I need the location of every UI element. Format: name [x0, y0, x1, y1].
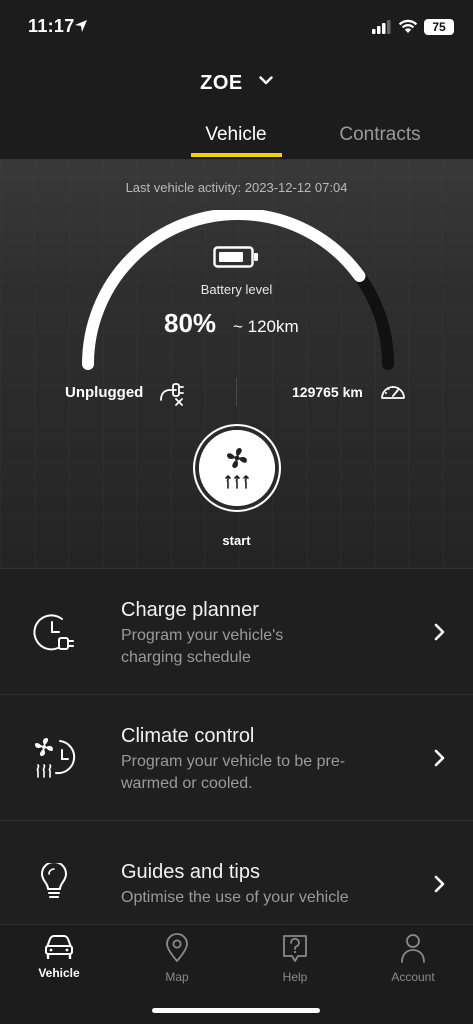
- card-subtitle-line2: charging schedule: [121, 649, 251, 666]
- climate-control-card[interactable]: Climate control Program your vehicle to …: [0, 694, 473, 820]
- range-estimate: ~ 120km: [233, 317, 299, 336]
- vehicle-selector[interactable]: ZOE: [0, 72, 473, 95]
- tabbar-label: Vehicle: [38, 966, 80, 980]
- card-title: Climate control: [121, 725, 255, 747]
- guides-tips-card[interactable]: Guides and tips Optimise the use of your…: [0, 820, 473, 924]
- account-icon: [401, 934, 425, 963]
- card-subtitle-line1: Optimise the use of your vehicle: [121, 889, 349, 906]
- clock-plug-icon: [33, 614, 74, 651]
- car-icon: [45, 935, 73, 959]
- chevron-right-icon: [434, 875, 445, 893]
- chevron-right-icon: [434, 623, 445, 641]
- climate-start-button[interactable]: [193, 424, 281, 512]
- map-pin-icon: [166, 933, 188, 962]
- chevron-down-icon: [259, 76, 273, 85]
- card-subtitle-line1: Program your vehicle to be pre-: [121, 753, 346, 770]
- tabbar-item-help[interactable]: Help: [236, 933, 354, 984]
- plug-status: Unplugged: [65, 384, 144, 401]
- tab-contracts[interactable]: Contracts: [325, 124, 435, 146]
- wifi-icon: [398, 19, 418, 33]
- status-time: 11:17: [28, 16, 75, 36]
- header: ZOE Vehicle Contracts: [0, 56, 473, 160]
- tabbar-label: Account: [391, 970, 435, 984]
- battery-percent: 80%: [164, 308, 217, 338]
- last-activity: Last vehicle activity: 2023-12-12 07:04: [125, 180, 348, 195]
- stats-divider: [236, 378, 237, 406]
- status-battery-percent: 75: [432, 20, 446, 34]
- tabbar-item-vehicle[interactable]: Vehicle: [0, 933, 118, 980]
- vehicle-status-panel: Last vehicle activity: 2023-12-12 07:04 …: [0, 160, 473, 568]
- signal-bars-icon: [372, 20, 391, 34]
- chevron-right-icon: [434, 749, 445, 767]
- home-indicator: [152, 1008, 320, 1013]
- help-icon: [283, 935, 307, 962]
- speedometer-icon: [381, 386, 405, 399]
- tabbar-label: Help: [282, 970, 308, 984]
- status-bar: 11:17 75: [0, 0, 473, 56]
- card-subtitle-line1: Program your vehicle's: [121, 627, 284, 644]
- card-title: Charge planner: [121, 599, 259, 621]
- battery-level-label: Battery level: [200, 282, 273, 297]
- tabbar-item-account[interactable]: Account: [354, 933, 472, 984]
- tabbar-item-map[interactable]: Map: [118, 933, 236, 984]
- card-subtitle-line2: warmed or cooled.: [121, 775, 253, 792]
- odometer: 129765 km: [292, 384, 363, 400]
- battery-icon: 75: [424, 19, 454, 35]
- active-tab-indicator: [191, 153, 282, 157]
- fan-heat-icon: [225, 448, 249, 489]
- unplugged-icon: [160, 383, 184, 406]
- start-button-face: [199, 430, 275, 506]
- charge-planner-card[interactable]: Charge planner Program your vehicle's ch…: [0, 568, 473, 694]
- location-arrow-icon: [75, 20, 87, 32]
- battery-level-icon: [213, 246, 258, 268]
- card-title: Guides and tips: [121, 861, 260, 883]
- start-label: start: [222, 533, 251, 548]
- tabbar-label: Map: [165, 970, 189, 984]
- tab-vehicle[interactable]: Vehicle: [190, 124, 282, 146]
- lightbulb-icon: [41, 863, 67, 898]
- vehicle-name: ZOE: [200, 72, 243, 94]
- fan-heat-clock-icon: [35, 738, 76, 778]
